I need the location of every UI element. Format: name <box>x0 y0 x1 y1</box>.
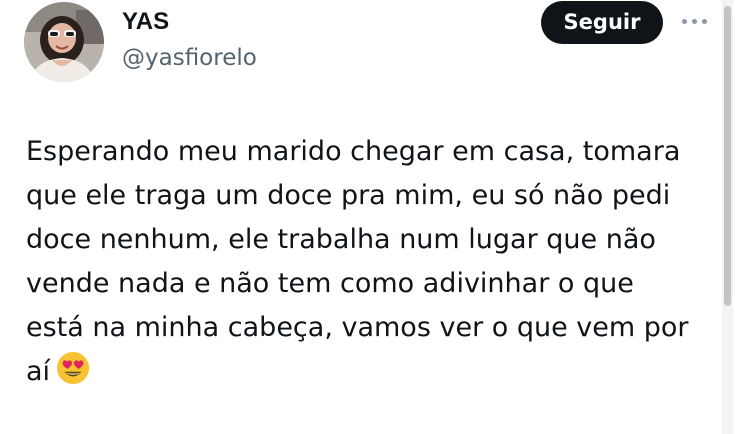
user-handle[interactable]: @yasfiorelo <box>122 44 257 72</box>
tweet-line: vende nada e não tem como adivinhar o qu… <box>26 268 634 299</box>
tweet-line: aí <box>26 356 51 387</box>
tweet-line: está na minha cabeça, vamos ver o que ve… <box>26 312 689 343</box>
avatar-photo <box>24 2 104 82</box>
display-name[interactable]: YAS <box>122 8 169 36</box>
heart-eyes-emoji-icon <box>56 351 90 385</box>
follow-button[interactable]: Seguir <box>541 1 663 44</box>
avatar[interactable] <box>24 2 104 82</box>
tweet-line: Esperando meu marido chegar em casa, tom… <box>26 136 681 167</box>
tweet-line: doce nenhum, ele trabalha num lugar que … <box>26 224 656 255</box>
tweet-text: Esperando meu marido chegar em casa, tom… <box>26 130 721 394</box>
tweet-card: YAS @yasfiorelo Seguir Esperando meu mar… <box>0 0 735 434</box>
tweet-line: que ele traga um doce pra mim, eu só não… <box>26 180 671 211</box>
scrollbar[interactable] <box>722 0 733 434</box>
scrollbar-thumb[interactable] <box>724 6 731 306</box>
more-options-icon[interactable] <box>680 12 710 32</box>
